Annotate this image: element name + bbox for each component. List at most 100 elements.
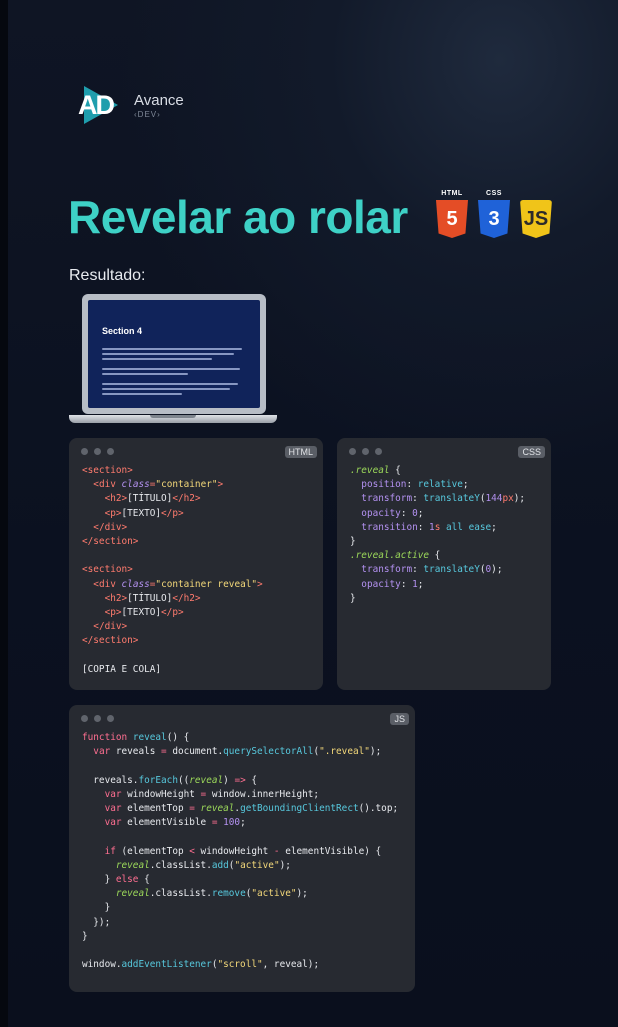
window-dot-icon xyxy=(81,448,88,455)
code-token: translateY xyxy=(423,564,480,576)
css-code-block: .reveal { position: relative; transform:… xyxy=(350,464,525,606)
laptop-screen: Section 4 xyxy=(88,300,260,408)
window-dot-icon xyxy=(362,448,369,455)
code-token: forEach xyxy=(138,774,178,786)
css-language-badge: CSS xyxy=(518,446,545,458)
preview-text-line xyxy=(102,368,240,370)
code-token: <section> xyxy=(82,465,133,476)
code-line: <section> xyxy=(82,464,263,478)
code-token: <p> xyxy=(104,607,122,619)
code-token: ; xyxy=(417,507,424,519)
code-token: "container" xyxy=(155,479,218,491)
code-token: reveal xyxy=(132,732,167,743)
code-token: </h2> xyxy=(172,592,201,604)
code-token: } xyxy=(82,930,88,942)
code-token: elementTop xyxy=(127,803,190,815)
code-token: .reveal.active xyxy=(350,550,430,562)
code-token: { xyxy=(389,465,401,476)
code-token: [TÍTULO] xyxy=(127,493,173,505)
preview-text-line xyxy=(102,388,230,390)
code-token: : xyxy=(406,479,418,491)
code-token: } xyxy=(82,874,116,886)
javascript-shield-icon: JS xyxy=(520,200,552,238)
code-token: (( xyxy=(177,774,190,786)
js-language-badge: JS xyxy=(390,713,409,725)
code-token: [TÍTULO] xyxy=(127,592,173,604)
code-token: [TEXTO] xyxy=(121,607,162,619)
avance-dev-logo-icon: AD xyxy=(78,84,124,126)
code-token: } xyxy=(350,592,356,604)
code-token: class xyxy=(121,479,150,491)
code-token: all ease xyxy=(446,521,492,533)
code-token: (elementTop xyxy=(121,845,190,857)
code-token: () { xyxy=(166,732,190,743)
code-line: <h2>[TÍTULO]</h2> xyxy=(82,592,263,606)
code-line: }); xyxy=(82,916,398,930)
code-token: </section> xyxy=(82,635,139,647)
code-line: reveals.forEach((reveal) => { xyxy=(82,774,398,788)
window-dot-icon xyxy=(349,448,356,455)
code-line: reveal.classList.add("active"); xyxy=(82,859,398,873)
code-token: add xyxy=(211,859,229,871)
css-code-card: CSS .reveal { position: relative; transf… xyxy=(337,438,551,690)
code-token: : xyxy=(417,521,430,533)
code-token: var xyxy=(104,803,128,815)
code-token: </p> xyxy=(161,507,184,519)
code-token: <div xyxy=(93,479,122,491)
code-token: 100 xyxy=(223,817,241,829)
code-token: opacity xyxy=(361,507,401,519)
code-line: } xyxy=(350,592,525,606)
code-line: } xyxy=(82,930,398,944)
code-token: if xyxy=(104,845,122,857)
code-token: => xyxy=(234,774,246,786)
code-token: } xyxy=(82,902,111,914)
code-token: ; xyxy=(417,578,424,590)
code-token: reveal xyxy=(200,803,235,815)
code-line: } xyxy=(82,901,398,915)
code-token: translateY xyxy=(423,493,480,505)
code-token: <section> xyxy=(82,564,133,576)
code-token: ; xyxy=(240,817,246,829)
code-token: </section> xyxy=(82,536,139,548)
laptop-preview: Section 4 xyxy=(82,294,266,414)
code-line: var elementTop = reveal.getBoundingClien… xyxy=(82,802,399,816)
code-token: { xyxy=(429,550,441,562)
code-token: px xyxy=(502,493,514,505)
code-line: transition: 1s all ease; xyxy=(350,521,525,535)
code-token: "scroll" xyxy=(217,959,263,971)
code-token: opacity xyxy=(361,578,401,590)
code-line: <p>[TEXTO]</p> xyxy=(82,507,263,521)
code-token: : xyxy=(412,493,424,505)
code-token: transform xyxy=(361,564,413,576)
code-token: : xyxy=(412,564,424,576)
brand-mark-text: AD xyxy=(78,90,115,120)
code-line: </section> xyxy=(82,535,263,549)
window-dot-icon xyxy=(81,715,88,722)
code-token: , reveal); xyxy=(262,959,320,971)
brand-logo: AD Avance ‹DEV› xyxy=(78,84,184,126)
css3-shield-icon: 3 xyxy=(478,200,510,238)
preview-text-line xyxy=(102,373,188,375)
preview-text-line xyxy=(102,358,212,360)
html-language-badge: HTML xyxy=(284,446,317,458)
laptop-screen-frame: Section 4 xyxy=(82,294,266,414)
code-token: <h2> xyxy=(104,493,128,505)
html5-shield-icon: 5 xyxy=(436,200,468,238)
js-code-block: function reveal() { var reveals = docume… xyxy=(82,731,398,972)
code-token: relative xyxy=(417,479,463,491)
